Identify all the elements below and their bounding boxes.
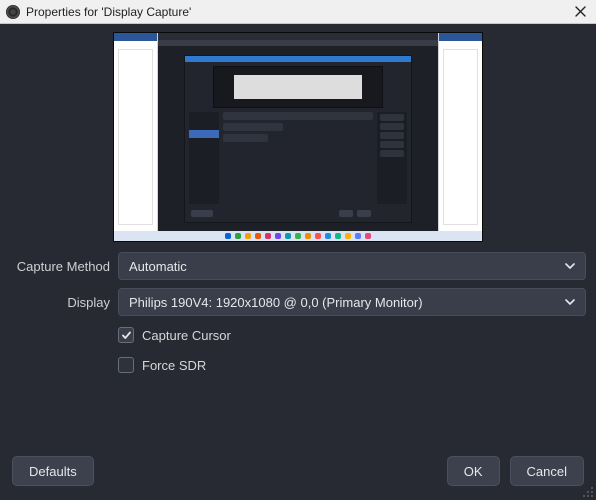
capture-method-select[interactable]: Automatic xyxy=(118,252,586,280)
force-sdr-label: Force SDR xyxy=(142,358,206,373)
display-label: Display xyxy=(10,295,112,310)
display-value: Philips 190V4: 1920x1080 @ 0,0 (Primary … xyxy=(129,295,423,310)
preview-bg-app-left xyxy=(114,33,158,231)
defaults-button-label: Defaults xyxy=(29,464,77,479)
resize-grip-icon[interactable] xyxy=(582,486,594,498)
titlebar: Properties for 'Display Capture' xyxy=(0,0,596,24)
preview-browser-window xyxy=(158,33,438,231)
ok-button[interactable]: OK xyxy=(447,456,500,486)
display-select[interactable]: Philips 190V4: 1920x1080 @ 0,0 (Primary … xyxy=(118,288,586,316)
force-sdr-checkbox[interactable]: Force SDR xyxy=(118,354,586,376)
close-button[interactable] xyxy=(570,2,590,22)
properties-form: Capture Method Automatic Display Philips… xyxy=(10,252,586,376)
obs-logo-icon xyxy=(6,5,20,19)
close-icon xyxy=(575,6,586,17)
cancel-button-label: Cancel xyxy=(527,464,567,479)
capture-cursor-checkbox[interactable]: Capture Cursor xyxy=(118,324,586,346)
preview-container xyxy=(10,32,586,242)
preview-taskbar xyxy=(114,231,482,241)
dialog-footer: Defaults OK Cancel xyxy=(0,452,596,500)
chevron-down-icon xyxy=(565,299,575,305)
checkbox-icon xyxy=(118,327,134,343)
cancel-button[interactable]: Cancel xyxy=(510,456,584,486)
display-preview xyxy=(113,32,483,242)
capture-method-value: Automatic xyxy=(129,259,187,274)
preview-nested-obs xyxy=(184,55,412,223)
defaults-button[interactable]: Defaults xyxy=(12,456,94,486)
ok-button-label: OK xyxy=(464,464,483,479)
content-area: Capture Method Automatic Display Philips… xyxy=(0,24,596,452)
preview-bg-app-right xyxy=(438,33,482,231)
capture-method-label: Capture Method xyxy=(10,259,112,274)
checkbox-icon xyxy=(118,357,134,373)
capture-cursor-label: Capture Cursor xyxy=(142,328,231,343)
window-title: Properties for 'Display Capture' xyxy=(26,5,570,19)
chevron-down-icon xyxy=(565,263,575,269)
